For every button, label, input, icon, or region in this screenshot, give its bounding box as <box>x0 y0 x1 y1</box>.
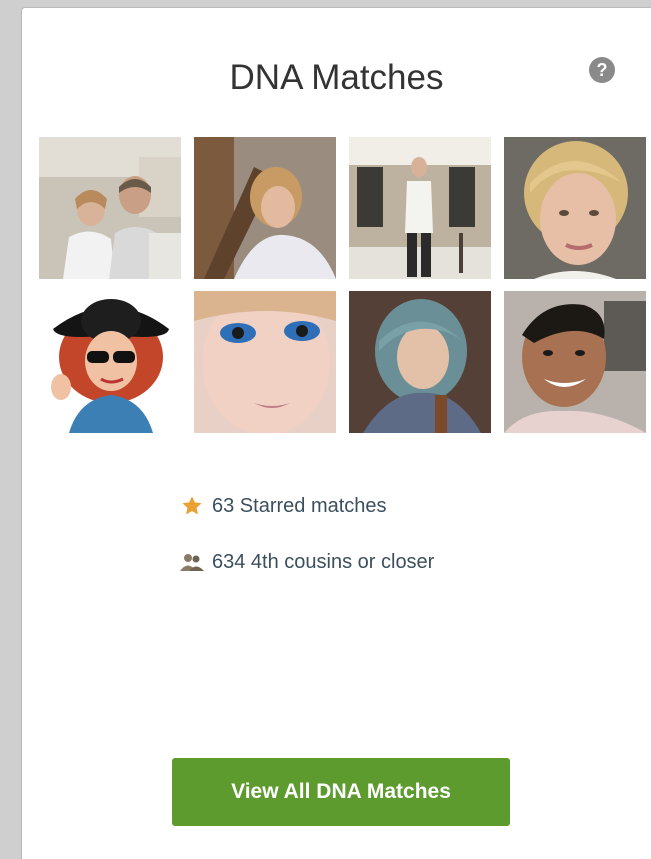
match-photo-4[interactable] <box>504 137 646 279</box>
card-title: DNA Matches <box>229 58 444 97</box>
dna-matches-card: DNA Matches ? 63 Starred matches 634 4th… <box>21 7 651 859</box>
view-all-dna-matches-button[interactable]: View All DNA Matches <box>172 758 510 826</box>
starred-matches-link[interactable]: 63 Starred matches <box>180 488 434 524</box>
match-photo-3[interactable] <box>349 137 491 279</box>
page-background: DNA Matches ? 63 Starred matches 634 4th… <box>0 0 651 859</box>
cousins-link[interactable]: 634 4th cousins or closer <box>180 544 434 580</box>
match-photo-5[interactable] <box>39 291 181 433</box>
question-circle-icon[interactable]: ? <box>589 57 615 83</box>
match-photo-7[interactable] <box>349 291 491 433</box>
match-photo-2[interactable] <box>194 137 336 279</box>
people-icon <box>180 552 204 572</box>
match-photo-6[interactable] <box>194 291 336 433</box>
match-photo-8[interactable] <box>504 291 646 433</box>
starred-matches-text: 63 Starred matches <box>212 494 387 517</box>
cousins-text: 634 4th cousins or closer <box>212 550 435 573</box>
match-stats: 63 Starred matches 634 4th cousins or cl… <box>180 488 434 600</box>
star-icon <box>180 495 204 517</box>
match-photo-1[interactable] <box>39 137 181 279</box>
